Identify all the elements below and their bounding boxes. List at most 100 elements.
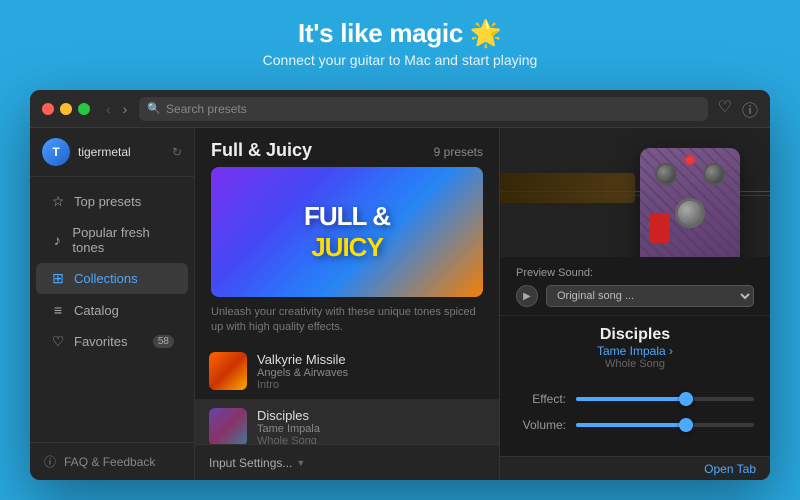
pedal-knob-right xyxy=(703,163,725,185)
preset-artist: Angels & Airwaves xyxy=(257,367,485,379)
sidebar-item-favorites[interactable]: ♡ Favorites 58 xyxy=(36,326,188,357)
preview-label: Preview Sound: xyxy=(516,267,754,279)
favorites-badge: 58 xyxy=(153,335,174,348)
title-bar: ‹ › 🔍 ♡ ⓘ xyxy=(30,90,770,128)
pedal-accent xyxy=(650,213,670,243)
main-content: T tigermetal ↻ ☆ Top presets ♪ Popular f… xyxy=(30,128,770,480)
preset-type: Intro xyxy=(257,379,485,391)
sidebar-label-catalog: Catalog xyxy=(74,303,119,318)
top-banner: It's like magic 🌟 Connect your guitar to… xyxy=(0,0,800,82)
faq-icon: ⓘ xyxy=(44,453,56,470)
sidebar-bottom: ⓘ FAQ & Feedback xyxy=(30,442,194,480)
heart-icon[interactable]: ♡ xyxy=(718,97,732,121)
collection-description: Unleash your creativity with these uniqu… xyxy=(195,305,499,344)
collection-artwork: FULL & JUICY xyxy=(211,167,483,297)
sidebar-item-top-presets[interactable]: ☆ Top presets xyxy=(36,186,188,217)
preview-controls: ▶ Original song ... xyxy=(516,285,754,307)
search-bar[interactable]: 🔍 xyxy=(139,97,707,121)
play-icon: ▶ xyxy=(523,291,531,302)
preset-thumbnail xyxy=(209,408,247,444)
app-window: ‹ › 🔍 ♡ ⓘ T tigermetal ↻ ☆ Top presets xyxy=(30,90,770,480)
effect-label: Effect: xyxy=(516,392,566,406)
preset-type: Whole Song xyxy=(257,435,485,444)
nav-arrows: ‹ › xyxy=(102,99,131,119)
preset-name: Valkyrie Missile xyxy=(257,352,485,367)
guitar-pedal xyxy=(640,148,740,257)
preset-detail-artist[interactable]: Tame Impala › xyxy=(516,344,754,358)
sync-icon[interactable]: ↻ xyxy=(172,145,182,159)
play-button[interactable]: ▶ xyxy=(516,285,538,307)
guitar-display xyxy=(500,128,770,257)
music-icon: ♪ xyxy=(50,232,64,248)
sidebar-item-catalog[interactable]: ≡ Catalog xyxy=(36,295,188,325)
banner-title: It's like magic 🌟 xyxy=(0,18,800,49)
faq-label: FAQ & Feedback xyxy=(64,455,155,469)
preset-thumbnail xyxy=(209,352,247,390)
preset-name: Disciples xyxy=(257,408,485,423)
pedal-knob-center xyxy=(675,198,705,228)
sidebar-nav: ☆ Top presets ♪ Popular fresh tones ⊞ Co… xyxy=(30,177,194,442)
forward-arrow[interactable]: › xyxy=(119,99,132,119)
collection-header: Full & Juicy 9 presets xyxy=(195,128,499,167)
artwork-line2: JUICY xyxy=(304,232,390,263)
input-settings-button[interactable]: Input Settings... ▼ xyxy=(209,456,305,470)
sidebar: T tigermetal ↻ ☆ Top presets ♪ Popular f… xyxy=(30,128,195,480)
heart-icon-nav: ♡ xyxy=(50,333,66,350)
preset-detail-name: Disciples xyxy=(516,326,754,344)
sidebar-label-collections: Collections xyxy=(74,271,138,286)
chevron-down-icon: ▼ xyxy=(296,458,305,468)
preset-detail: Disciples Tame Impala › Whole Song xyxy=(500,315,770,380)
search-icon: 🔍 xyxy=(147,102,161,115)
preset-detail-type: Whole Song xyxy=(516,358,754,370)
traffic-light-maximize[interactable] xyxy=(78,103,90,115)
search-input[interactable] xyxy=(166,102,700,116)
volume-slider-thumb xyxy=(679,418,693,432)
open-tab-button[interactable]: Open Tab xyxy=(704,462,756,476)
right-panel: Preview Sound: ▶ Original song ... Disci… xyxy=(500,128,770,480)
traffic-light-minimize[interactable] xyxy=(60,103,72,115)
traffic-light-close[interactable] xyxy=(42,103,54,115)
sidebar-item-popular[interactable]: ♪ Popular fresh tones xyxy=(36,218,188,262)
preset-info: Disciples Tame Impala Whole Song xyxy=(257,408,485,444)
back-arrow[interactable]: ‹ xyxy=(102,99,115,119)
grid-icon: ⊞ xyxy=(50,270,66,287)
preset-artist: Tame Impala xyxy=(257,423,485,435)
sidebar-label-favorites: Favorites xyxy=(74,334,127,349)
volume-control-row: Volume: xyxy=(516,418,754,432)
effect-slider[interactable] xyxy=(576,397,754,401)
traffic-lights xyxy=(42,103,90,115)
sidebar-item-collections[interactable]: ⊞ Collections xyxy=(36,263,188,294)
sidebar-user: T tigermetal ↻ xyxy=(30,128,194,177)
pedal-knob-left xyxy=(655,163,677,185)
sidebar-label-top-presets: Top presets xyxy=(74,194,141,209)
list-icon: ≡ xyxy=(50,302,66,318)
list-item[interactable]: Valkyrie Missile Angels & Airwaves Intro xyxy=(195,344,499,400)
pedal-led xyxy=(686,156,694,164)
preview-sound-select[interactable]: Original song ... xyxy=(546,285,754,307)
guitar-neck xyxy=(500,173,635,203)
list-item[interactable]: Disciples Tame Impala Whole Song xyxy=(195,400,499,444)
faq-feedback-item[interactable]: ⓘ FAQ & Feedback xyxy=(44,453,180,470)
preview-section: Preview Sound: ▶ Original song ... xyxy=(500,257,770,315)
center-panel: Full & Juicy 9 presets FULL & JUICY Unle… xyxy=(195,128,500,480)
effect-slider-fill xyxy=(576,397,686,401)
volume-slider-fill xyxy=(576,423,686,427)
effect-control-row: Effect: xyxy=(516,392,754,406)
input-settings-label: Input Settings... xyxy=(209,456,292,470)
title-bar-right: ♡ ⓘ xyxy=(718,97,758,121)
preset-list: Valkyrie Missile Angels & Airwaves Intro… xyxy=(195,344,499,444)
volume-label: Volume: xyxy=(516,418,566,432)
volume-slider[interactable] xyxy=(576,423,754,427)
controls-section: Effect: Volume: xyxy=(500,380,770,456)
user-name: tigermetal xyxy=(78,145,164,159)
artwork-text: FULL & JUICY xyxy=(304,201,390,263)
preset-info: Valkyrie Missile Angels & Airwaves Intro xyxy=(257,352,485,391)
banner-subtitle: Connect your guitar to Mac and start pla… xyxy=(0,52,800,68)
avatar: T xyxy=(42,138,70,166)
info-icon[interactable]: ⓘ xyxy=(742,97,758,121)
star-icon: ☆ xyxy=(50,193,66,210)
bottom-bar-right: Open Tab xyxy=(500,456,770,480)
sidebar-label-popular: Popular fresh tones xyxy=(72,225,174,255)
artwork-line1: FULL & xyxy=(304,201,390,232)
preset-count: 9 presets xyxy=(434,145,483,159)
